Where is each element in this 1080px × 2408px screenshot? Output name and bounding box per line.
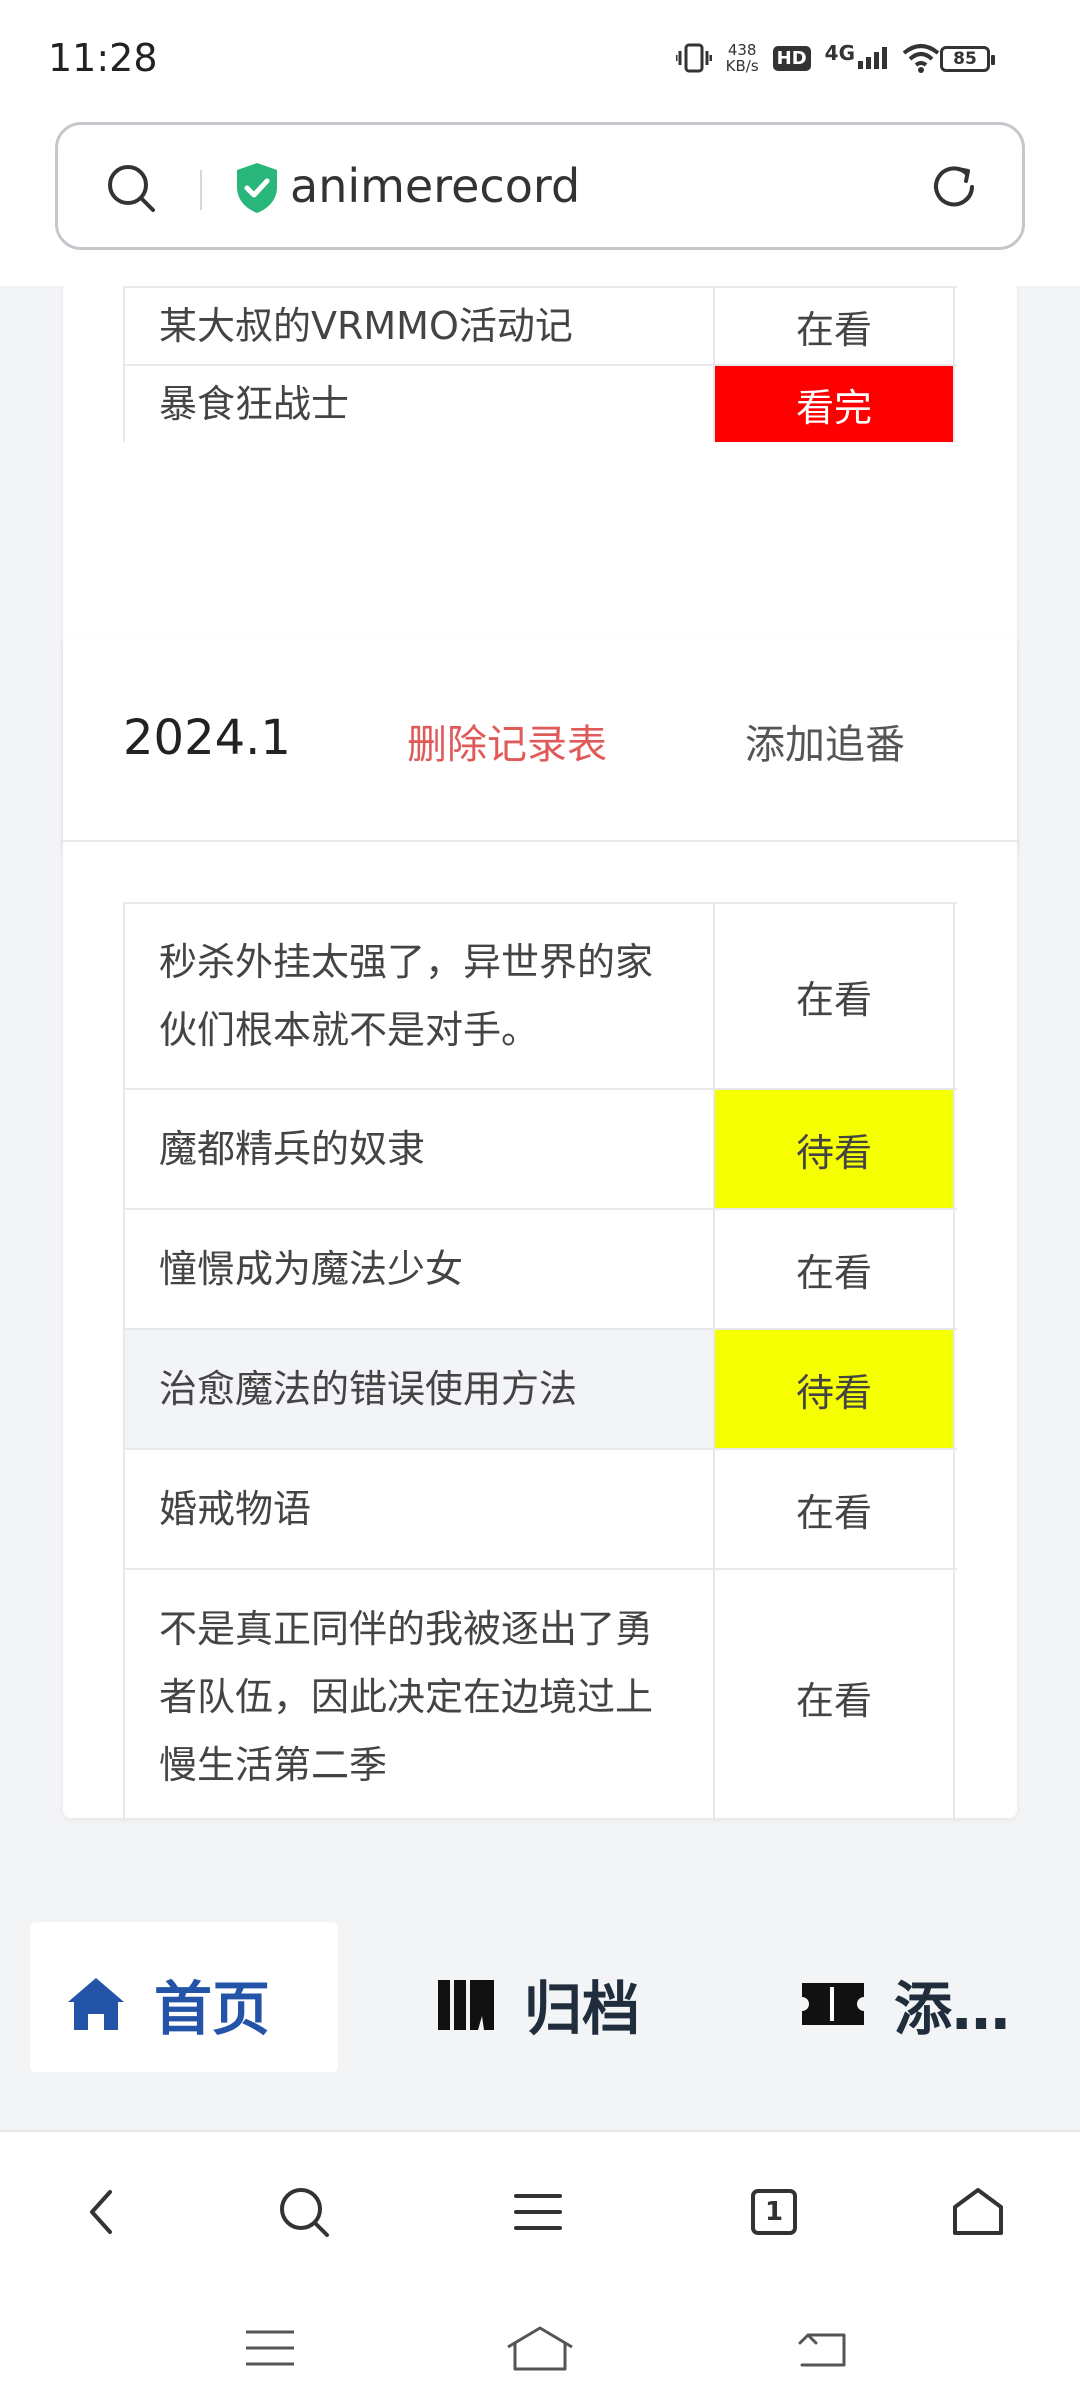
wifi-icon [902, 44, 940, 73]
system-back-button[interactable] [772, 2318, 872, 2378]
nav-add-label: 添… [894, 1975, 1011, 2043]
chevron-left-icon [90, 2190, 112, 2234]
status-bar: 11:28 438 KB/s HD 4G 85 [0, 0, 1080, 110]
net-speed: 438 KB/s [725, 41, 759, 75]
status-cell[interactable]: 待看 [715, 1090, 955, 1208]
address-bar[interactable]: animerecord [55, 122, 1025, 250]
nav-add[interactable]: 添… [800, 1962, 1010, 2046]
table-row[interactable]: 某大叔的VRMMO活动记 在看 [125, 288, 957, 366]
anime-title: 魔都精兵的奴隶 [125, 1090, 715, 1208]
site-nav: 首页 归档 添… [0, 1922, 1080, 2130]
search-button[interactable] [272, 2180, 336, 2244]
anime-title: 婚戒物语 [125, 1450, 715, 1568]
record-card-2024-1: 2024.1 删除记录表 添加追番 秒杀外挂太强了，异世界的家伙们根本就不是对手… [63, 636, 1017, 1818]
recent-apps-icon [246, 2330, 294, 2366]
nav-home[interactable]: 首页 [30, 1922, 338, 2072]
home-button[interactable] [946, 2180, 1010, 2244]
status-cell[interactable]: 在看 [715, 1450, 955, 1568]
system-home-button[interactable] [490, 2318, 590, 2378]
vibrate-icon [675, 43, 712, 73]
anime-title: 治愈魔法的错误使用方法 [125, 1330, 715, 1448]
divider [200, 170, 202, 210]
record-date: 2024.1 [123, 710, 291, 766]
home-icon [68, 1978, 124, 2030]
table-row[interactable]: 憧憬成为魔法少女 在看 [125, 1210, 957, 1330]
anime-title: 憧憬成为魔法少女 [125, 1210, 715, 1328]
menu-button[interactable] [506, 2180, 570, 2244]
tabs-button[interactable]: 1 [742, 2180, 806, 2244]
table-row[interactable]: 婚戒物语 在看 [125, 1450, 957, 1570]
hd-badge: HD [772, 45, 811, 71]
back-button[interactable] [70, 2180, 134, 2244]
status-cell[interactable]: 待看 [715, 1330, 955, 1448]
ticket-icon [802, 1983, 864, 2025]
nav-home-label: 首页 [154, 1975, 271, 2043]
page-content[interactable]: 某大叔的VRMMO活动记 在看 暴食狂战士 看完 2024.1 删除记录表 添加… [0, 286, 1080, 2130]
browser-address-area: animerecord [0, 110, 1080, 286]
table-row[interactable]: 秒杀外挂太强了，异世界的家伙们根本就不是对手。 在看 [125, 904, 957, 1090]
record-table: 某大叔的VRMMO活动记 在看 暴食狂战士 看完 [123, 286, 957, 442]
menu-icon [514, 2194, 562, 2230]
record-table: 秒杀外挂太强了，异世界的家伙们根本就不是对手。 在看 魔都精兵的奴隶 待看 憧憬… [123, 902, 957, 1818]
system-nav-bar [0, 2290, 1080, 2408]
battery-icon: 85 [940, 46, 995, 72]
home-outline-icon [507, 2326, 573, 2371]
signal-icon: 4G [825, 41, 888, 69]
anime-title: 某大叔的VRMMO活动记 [125, 288, 715, 364]
home-outline-icon [953, 2188, 1003, 2235]
anime-title: 秒杀外挂太强了，异世界的家伙们根本就不是对手。 [125, 904, 715, 1088]
search-icon[interactable] [106, 163, 158, 215]
status-cell[interactable]: 看完 [715, 366, 955, 442]
url-text[interactable]: animerecord [290, 159, 580, 213]
anime-title: 不是真正同伴的我被逐出了勇者队伍，因此决定在边境过上慢生活第二季 [125, 1570, 715, 1818]
reload-icon[interactable] [928, 161, 980, 213]
nav-archive-label: 归档 [524, 1975, 641, 2043]
status-icons: 438 KB/s HD 4G [675, 41, 940, 75]
status-cell[interactable]: 在看 [715, 1210, 955, 1328]
back-arrow-icon [798, 2333, 846, 2367]
recent-apps-button[interactable] [220, 2318, 320, 2378]
table-row[interactable]: 不是真正同伴的我被逐出了勇者队伍，因此决定在边境过上慢生活第二季 在看 [125, 1570, 957, 1818]
nav-archive[interactable]: 归档 [436, 1962, 640, 2046]
status-time: 11:28 [48, 36, 158, 80]
status-cell[interactable]: 在看 [715, 1570, 955, 1818]
secure-shield-icon [237, 163, 277, 213]
search-icon [280, 2188, 329, 2237]
table-row[interactable]: 暴食狂战士 看完 [125, 366, 957, 442]
browser-toolbar: 1 [0, 2130, 1080, 2290]
card-header: 2024.1 删除记录表 添加追番 [63, 636, 1017, 842]
status-cell[interactable]: 在看 [715, 288, 955, 364]
add-anime-button[interactable]: 添加追番 [745, 712, 905, 770]
table-row[interactable]: 魔都精兵的奴隶 待看 [125, 1090, 957, 1210]
delete-record-button[interactable]: 删除记录表 [407, 712, 607, 770]
archive-icon [438, 1980, 494, 2030]
table-row[interactable]: 治愈魔法的错误使用方法 待看 [125, 1330, 957, 1450]
anime-title: 暴食狂战士 [125, 366, 715, 442]
tab-count: 1 [751, 2189, 797, 2235]
status-cell[interactable]: 在看 [715, 904, 955, 1088]
